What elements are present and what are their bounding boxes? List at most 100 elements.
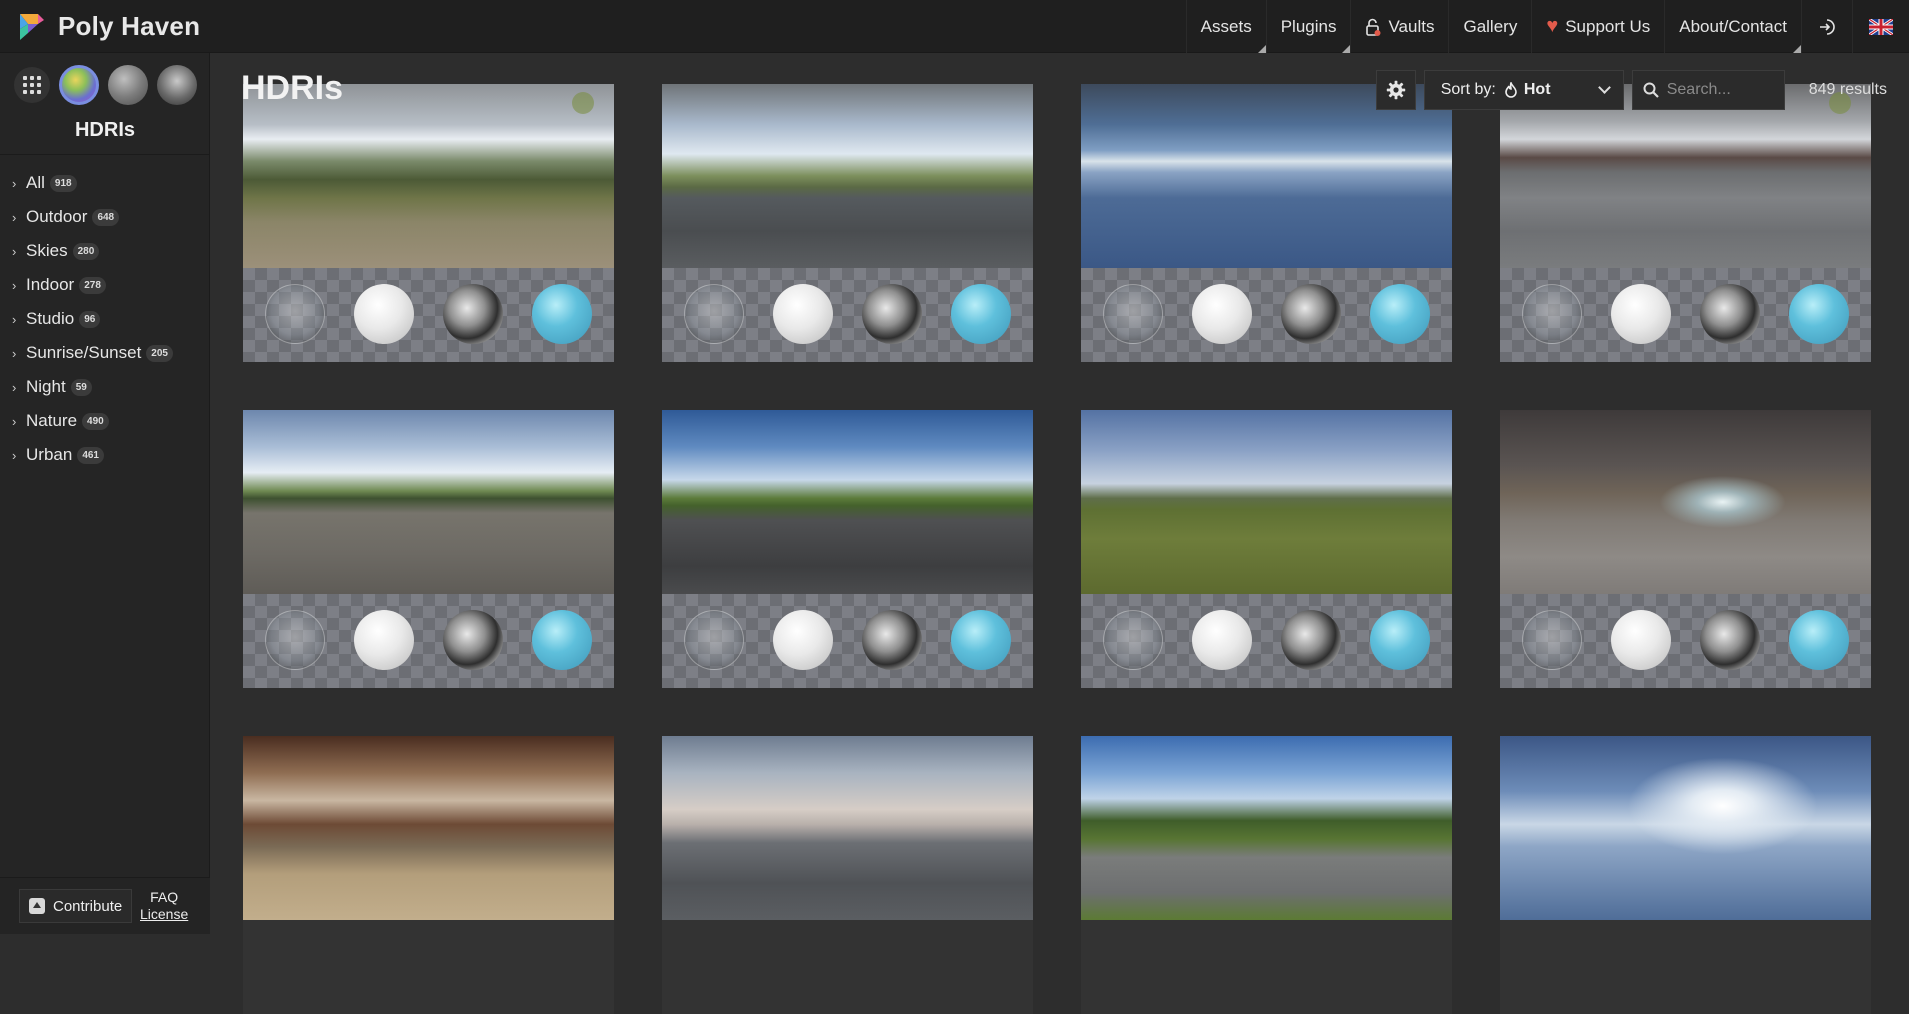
chevron-right-icon: › <box>12 379 17 395</box>
hdri-card[interactable] <box>243 84 614 362</box>
flame-icon <box>1505 81 1517 98</box>
upload-icon <box>29 898 45 914</box>
results-toolbar: Sort by: Hot 849 results <box>1375 69 1909 110</box>
polyhaven-logo-icon <box>20 13 44 40</box>
dropdown-corner-icon <box>1793 45 1801 53</box>
category-night[interactable]: › Night 59 <box>12 370 173 404</box>
category-urban[interactable]: › Urban 461 <box>12 438 173 472</box>
uk-flag-icon <box>1869 18 1893 35</box>
nav-about-label: About/Contact <box>1679 16 1787 36</box>
category-indoor[interactable]: › Indoor 278 <box>12 268 173 302</box>
diffuse-ball <box>1611 610 1671 670</box>
faq-link[interactable]: FAQ <box>140 889 188 906</box>
hdri-card[interactable] <box>662 84 1033 362</box>
nav-vaults[interactable]: Vaults <box>1350 0 1448 53</box>
login-button[interactable] <box>1801 0 1852 53</box>
hdri-card[interactable] <box>1081 736 1452 1014</box>
sort-label: Sort by: <box>1440 80 1496 98</box>
glass-ball <box>265 284 325 344</box>
hdri-card[interactable] <box>662 736 1033 1014</box>
chrome-ball <box>1281 610 1341 670</box>
chevron-right-icon: › <box>12 311 17 327</box>
category-label: Outdoor <box>26 207 88 226</box>
texture-type-icon[interactable] <box>108 65 148 105</box>
hdri-preview-image <box>1500 736 1871 920</box>
hdri-preview-image <box>662 410 1033 594</box>
settings-button[interactable] <box>1375 69 1416 110</box>
glass-ball <box>1103 610 1163 670</box>
sort-dropdown[interactable]: Sort by: Hot <box>1423 69 1624 110</box>
results-count: 849 results <box>1808 80 1887 98</box>
lock-icon <box>1366 18 1381 36</box>
category-all[interactable]: › All 918 <box>12 166 173 200</box>
category-skies[interactable]: › Skies 280 <box>12 234 173 268</box>
glossy-ball <box>1789 284 1849 344</box>
hdri-card[interactable] <box>1081 410 1452 688</box>
nav-support-us[interactable]: ♥ Support Us <box>1531 0 1664 53</box>
hdri-card[interactable] <box>1081 84 1452 362</box>
all-assets-grid-icon[interactable] <box>14 67 50 103</box>
language-selector[interactable] <box>1852 0 1909 53</box>
category-label: Sunrise/Sunset <box>26 343 142 362</box>
brand-name: Poly Haven <box>58 11 201 41</box>
glossy-ball <box>951 284 1011 344</box>
glossy-ball <box>1789 610 1849 670</box>
top-navbar: Poly Haven Assets Plugins Vaults Gallery… <box>0 0 1909 53</box>
hdri-preview-image <box>1081 410 1452 594</box>
search-input[interactable] <box>1666 80 1777 99</box>
glossy-ball <box>951 610 1011 670</box>
category-nature[interactable]: › Nature 490 <box>12 404 173 438</box>
category-label: Night <box>26 377 66 396</box>
brand[interactable]: Poly Haven <box>14 0 200 53</box>
license-link[interactable]: License <box>140 906 188 923</box>
hdri-type-icon[interactable] <box>59 65 99 105</box>
nav-gallery[interactable]: Gallery <box>1448 0 1531 53</box>
model-type-icon[interactable] <box>157 65 197 105</box>
category-label: Urban <box>26 445 73 464</box>
category-count-badge: 96 <box>79 310 101 328</box>
dropdown-corner-icon <box>1342 45 1351 53</box>
diffuse-ball <box>1611 284 1671 344</box>
category-studio[interactable]: › Studio 96 <box>12 302 173 336</box>
contribute-button[interactable]: Contribute <box>19 889 132 923</box>
hdri-card[interactable] <box>243 736 614 1014</box>
hdri-preview-image <box>243 410 614 594</box>
chevron-right-icon: › <box>12 413 17 429</box>
hdri-preview-image <box>243 84 614 268</box>
chrome-ball <box>1700 284 1760 344</box>
hdri-card[interactable] <box>243 410 614 688</box>
chrome-ball <box>443 284 503 344</box>
chrome-ball <box>1700 610 1760 670</box>
chevron-right-icon: › <box>12 175 17 191</box>
hdri-card[interactable] <box>1500 84 1871 362</box>
chevron-right-icon: › <box>12 209 17 225</box>
nav-plugins[interactable]: Plugins <box>1265 0 1351 53</box>
category-label: All <box>26 173 45 192</box>
nav-gallery-label: Gallery <box>1463 16 1518 36</box>
chrome-ball <box>1281 284 1341 344</box>
glossy-ball <box>1370 610 1430 670</box>
category-count-badge: 918 <box>49 174 77 192</box>
diffuse-ball <box>354 610 414 670</box>
nav-about-contact[interactable]: About/Contact <box>1664 0 1801 53</box>
category-label: Studio <box>26 309 75 328</box>
hdri-card[interactable] <box>662 410 1033 688</box>
category-outdoor[interactable]: › Outdoor 648 <box>12 200 173 234</box>
nav-assets-label: Assets <box>1200 16 1252 36</box>
search-icon <box>1643 82 1659 98</box>
sidebar: HDRIs › All 918 › Outdoor 648 › Skies 280 › Ind… <box>0 53 210 934</box>
gear-icon <box>1386 80 1405 99</box>
glass-ball <box>1103 284 1163 344</box>
category-sunrise-sunset[interactable]: › Sunrise/Sunset 205 <box>12 336 173 370</box>
hdri-card[interactable] <box>1500 736 1871 1014</box>
sort-value: Hot <box>1523 80 1551 98</box>
category-count-badge: 461 <box>77 446 104 464</box>
footer-links: FAQ License <box>140 889 188 923</box>
chevron-right-icon: › <box>12 447 17 463</box>
category-label: Skies <box>26 241 68 260</box>
chevron-down-icon <box>1597 80 1611 94</box>
hdri-card[interactable] <box>1500 410 1871 688</box>
nav-assets[interactable]: Assets <box>1185 0 1266 53</box>
glossy-ball <box>1370 284 1430 344</box>
diffuse-ball <box>354 284 414 344</box>
